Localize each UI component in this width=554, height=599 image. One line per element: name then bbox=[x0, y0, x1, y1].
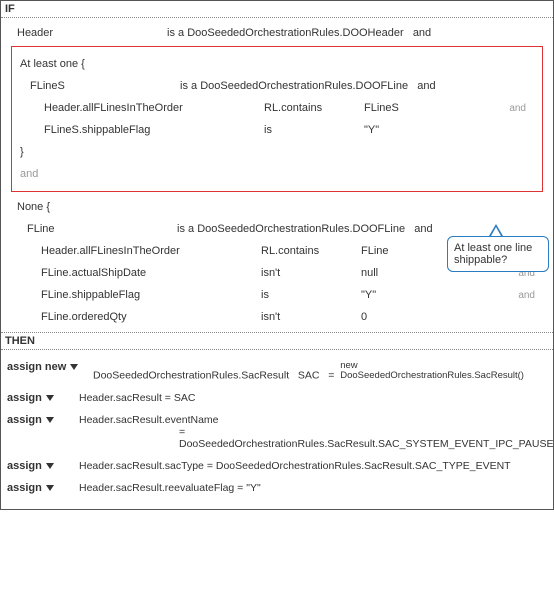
cond-lhs: Header.allFLinesInTheOrder bbox=[41, 245, 261, 257]
assign-expr: Header.sacResult.sacType = DooSeededOrch… bbox=[79, 460, 547, 472]
header-var: Header bbox=[17, 27, 167, 39]
assign-body: DooSeededOrchestrationRules.SacResult SA… bbox=[93, 361, 547, 382]
assign-label[interactable]: assign bbox=[7, 392, 79, 404]
cond-op: isn't bbox=[261, 267, 361, 279]
chevron-down-icon bbox=[70, 364, 78, 370]
cond-rhs: 0 bbox=[361, 311, 503, 323]
condition-row[interactable]: FLineS.shippableFlag is "Y" bbox=[20, 119, 534, 141]
assign-new-label[interactable]: assign new bbox=[7, 361, 93, 373]
assign-expr: Header.sacResult.eventName = DooSeededOr… bbox=[79, 414, 553, 450]
if-body: Header is a DooSeededOrchestrationRules.… bbox=[1, 18, 553, 332]
at-least-one-close[interactable]: } bbox=[20, 141, 534, 163]
new-ctor: new DooSeededOrchestrationRules.SacResul… bbox=[340, 361, 524, 382]
assign-row[interactable]: assign Header.sacResult = SAC bbox=[5, 387, 549, 409]
header-declaration-row[interactable]: Header is a DooSeededOrchestrationRules.… bbox=[17, 22, 543, 44]
condition-row[interactable]: FLine.shippableFlag is "Y" and bbox=[17, 284, 543, 306]
assign-expr: Header.sacResult = SAC bbox=[79, 392, 547, 404]
cond-and: and bbox=[503, 290, 543, 301]
flines-declaration-row[interactable]: FLineS is a DooSeededOrchestrationRules.… bbox=[20, 75, 534, 97]
cond-op: RL.contains bbox=[264, 102, 364, 114]
assign-label[interactable]: assign bbox=[7, 460, 79, 472]
cond-lhs: FLineS.shippableFlag bbox=[44, 124, 264, 136]
callout-pointer-inner bbox=[491, 227, 501, 236]
cond-rhs: "Y" bbox=[361, 289, 503, 301]
rule-panel: IF Header is a DooSeededOrchestrationRul… bbox=[0, 0, 554, 510]
cond-and: and bbox=[494, 103, 534, 114]
assign-new-row[interactable]: assign new DooSeededOrchestrationRules.S… bbox=[5, 356, 549, 387]
chevron-down-icon bbox=[46, 395, 54, 401]
cond-op: is bbox=[264, 124, 364, 136]
assign-expr: Header.sacResult.reevaluateFlag = "Y" bbox=[79, 482, 547, 494]
assign-row[interactable]: assign Header.sacResult.reevaluateFlag =… bbox=[5, 477, 549, 499]
assign-row[interactable]: assign Header.sacResult.eventName = DooS… bbox=[5, 409, 549, 455]
condition-row[interactable]: FLine.orderedQty isn't 0 bbox=[17, 306, 543, 328]
chevron-down-icon bbox=[46, 463, 54, 469]
then-body: assign new DooSeededOrchestrationRules.S… bbox=[1, 350, 553, 509]
fline-type: is a DooSeededOrchestrationRules.DOOFLin… bbox=[177, 223, 433, 235]
trailing-and: and bbox=[20, 163, 534, 185]
cond-op: RL.contains bbox=[261, 245, 361, 257]
assign-label[interactable]: assign bbox=[7, 482, 79, 494]
header-type: is a DooSeededOrchestrationRules.DOOHead… bbox=[167, 27, 431, 39]
assign-row[interactable]: assign Header.sacResult.sacType = DooSee… bbox=[5, 455, 549, 477]
assign-label[interactable]: assign bbox=[7, 414, 79, 426]
cond-lhs: Header.allFLinesInTheOrder bbox=[44, 102, 264, 114]
chevron-down-icon bbox=[46, 417, 54, 423]
then-section-label: THEN bbox=[1, 333, 553, 349]
callout-text: At least one line shippable? bbox=[454, 242, 532, 266]
callout-bubble: At least one line shippable? bbox=[447, 236, 549, 272]
cond-op: is bbox=[261, 289, 361, 301]
at-least-one-block: At least one { FLineS is a DooSeededOrch… bbox=[11, 46, 543, 192]
fline-var: FLine bbox=[27, 223, 177, 235]
chevron-down-icon bbox=[46, 485, 54, 491]
condition-row[interactable]: Header.allFLinesInTheOrder RL.contains F… bbox=[20, 97, 534, 119]
if-section-label: IF bbox=[1, 1, 553, 17]
cond-rhs: FLineS bbox=[364, 102, 494, 114]
cond-lhs: FLine.actualShipDate bbox=[41, 267, 261, 279]
flines-type: is a DooSeededOrchestrationRules.DOOFLin… bbox=[180, 80, 436, 92]
at-least-one-open[interactable]: At least one { bbox=[20, 53, 534, 75]
cond-op: isn't bbox=[261, 311, 361, 323]
none-open[interactable]: None { bbox=[17, 196, 543, 218]
cond-lhs: FLine.orderedQty bbox=[41, 311, 261, 323]
cond-rhs: "Y" bbox=[364, 124, 494, 136]
flines-var: FLineS bbox=[30, 80, 180, 92]
cond-lhs: FLine.shippableFlag bbox=[41, 289, 261, 301]
